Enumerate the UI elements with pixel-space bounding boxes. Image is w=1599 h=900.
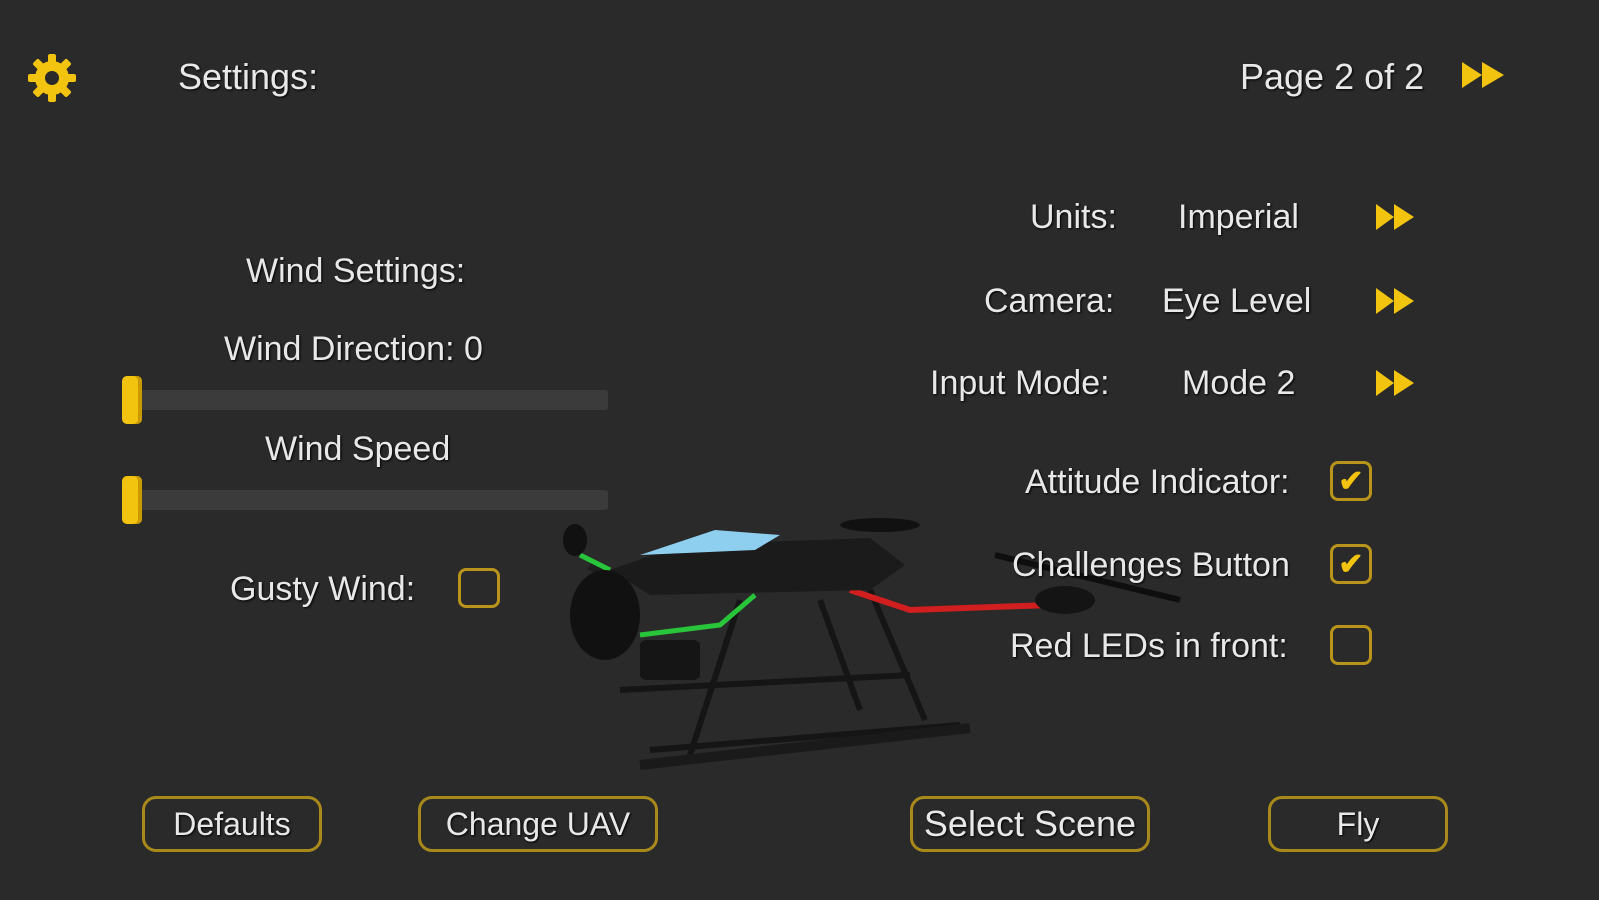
checkmark-icon: ✔ <box>1338 464 1364 498</box>
wind-settings-heading: Wind Settings: <box>246 252 466 290</box>
change-uav-button[interactable]: Change UAV <box>418 796 658 852</box>
red-leds-label: Red LEDs in front: <box>1010 627 1288 665</box>
units-value: Imperial <box>1178 198 1299 236</box>
challenges-button-label: Challenges Button <box>1012 546 1290 584</box>
wind-speed-thumb[interactable] <box>122 476 142 524</box>
gusty-wind-label: Gusty Wind: <box>230 570 416 608</box>
units-next-icon[interactable] <box>1374 202 1422 232</box>
wind-direction-track[interactable] <box>136 390 608 410</box>
units-label: Units: <box>1030 198 1117 236</box>
gear-icon[interactable] <box>26 52 78 104</box>
select-scene-button[interactable]: Select Scene <box>910 796 1150 852</box>
wind-direction-thumb[interactable] <box>122 376 142 424</box>
wind-speed-track[interactable] <box>136 490 608 510</box>
input-mode-label: Input Mode: <box>930 364 1110 402</box>
defaults-button[interactable]: Defaults <box>142 796 322 852</box>
input-mode-value: Mode 2 <box>1182 364 1296 402</box>
page-indicator: Page 2 of 2 <box>1240 56 1425 97</box>
red-leds-checkbox[interactable] <box>1330 625 1372 665</box>
attitude-indicator-checkbox[interactable]: ✔ <box>1330 461 1372 501</box>
input-mode-next-icon[interactable] <box>1374 368 1422 398</box>
fly-button[interactable]: Fly <box>1268 796 1448 852</box>
camera-next-icon[interactable] <box>1374 286 1422 316</box>
camera-value: Eye Level <box>1162 282 1312 320</box>
attitude-indicator-label: Attitude Indicator: <box>1025 463 1290 501</box>
wind-speed-label: Wind Speed <box>265 430 451 468</box>
gusty-wind-checkbox[interactable] <box>458 568 500 608</box>
wind-direction-label: Wind Direction: 0 <box>224 330 483 368</box>
page-title: Settings: <box>178 56 319 97</box>
camera-label: Camera: <box>984 282 1115 320</box>
challenges-button-checkbox[interactable]: ✔ <box>1330 544 1372 584</box>
next-page-icon[interactable] <box>1460 60 1508 90</box>
checkmark-icon: ✔ <box>1338 547 1364 581</box>
